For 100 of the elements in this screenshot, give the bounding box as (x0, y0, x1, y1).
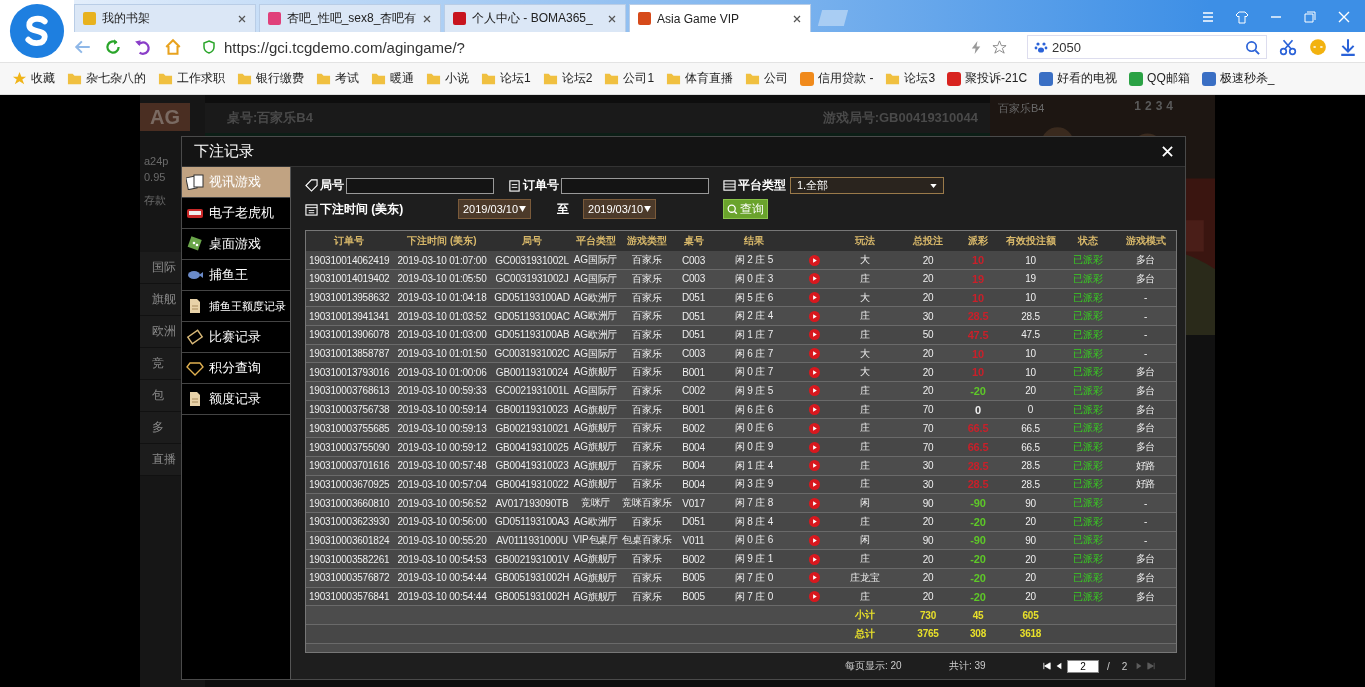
column-header: 桌号 (683, 235, 704, 247)
browser-tab[interactable]: 个人中心 - BOMA365_ (444, 4, 626, 32)
bookmark[interactable]: 工作求职 (158, 70, 225, 87)
download-icon[interactable] (1339, 38, 1357, 56)
shirt-icon[interactable] (1235, 10, 1249, 24)
last-page-icon[interactable] (1147, 662, 1156, 671)
bookmark[interactable]: 暖通 (371, 70, 414, 87)
bookmark[interactable]: 聚投诉-21C (947, 70, 1028, 87)
play-icon[interactable] (808, 460, 820, 472)
bookmark[interactable]: QQ邮箱 (1129, 70, 1190, 87)
undo-icon[interactable] (134, 38, 152, 56)
play-icon[interactable] (808, 534, 820, 546)
round-field[interactable] (346, 177, 494, 194)
reload-icon[interactable] (104, 38, 122, 56)
star-icon (12, 71, 27, 86)
scissors-icon[interactable] (1279, 38, 1297, 56)
table-cell: 已派彩 (1063, 251, 1113, 270)
close-icon[interactable] (607, 13, 617, 24)
bookmark[interactable]: 信用贷款 - (800, 70, 874, 87)
column-header: 结果 (744, 235, 764, 247)
play-icon[interactable] (808, 348, 820, 360)
browser-tab[interactable]: 我的书架 (74, 4, 256, 32)
bookmark[interactable]: 论坛2 (542, 70, 593, 87)
play-icon[interactable] (808, 273, 820, 285)
payout-value: 28.5 (967, 478, 989, 491)
next-page-icon[interactable] (1135, 662, 1144, 671)
bookmark[interactable]: 公司 (745, 70, 789, 87)
table-cell: 20 (898, 251, 958, 270)
sidebar-item[interactable]: 捕鱼王额度记录 (182, 291, 290, 322)
sidebar-item[interactable]: 比赛记录 (182, 322, 290, 353)
search-field[interactable]: 2050 (1027, 35, 1267, 59)
previous-page-icon[interactable] (1055, 662, 1063, 671)
order-field[interactable] (561, 177, 709, 194)
play-icon[interactable] (808, 385, 820, 397)
sidebar-item[interactable]: 电子老虎机 (182, 198, 290, 229)
sidebar-item[interactable]: 捕鱼王 (182, 260, 290, 291)
play-icon[interactable] (808, 366, 820, 378)
play-icon[interactable] (808, 478, 820, 490)
browser-tab[interactable]: 杏吧_性吧_sex8_杏吧有 (259, 4, 441, 32)
play-icon[interactable] (808, 292, 820, 303)
play-icon[interactable] (808, 441, 820, 453)
sidebar-item[interactable]: 额度记录 (182, 384, 290, 415)
sidebar-item[interactable]: 桌面游戏 (182, 229, 290, 260)
menu-icon[interactable] (1201, 10, 1215, 24)
browser-tab[interactable]: Asia Game VIP (629, 4, 811, 32)
close-icon[interactable] (422, 13, 432, 24)
bookmark[interactable]: 好看的电视 (1039, 70, 1118, 87)
bookmark[interactable]: 银行缴费 (237, 70, 304, 87)
payout-value: 47.5 (967, 328, 989, 341)
play-icon[interactable] (808, 422, 820, 434)
table-cell: C003 (675, 251, 712, 270)
bookmark[interactable]: 论坛1 (481, 70, 531, 87)
play-icon[interactable] (808, 329, 820, 341)
caret-icon (519, 206, 527, 213)
payout-value: 0 (975, 403, 981, 416)
folder-icon (371, 71, 386, 86)
close-icon[interactable] (237, 13, 247, 24)
table-cell: AG国际厅 (572, 251, 619, 270)
platform-dropdown[interactable]: 1.全部 (790, 177, 944, 195)
payout-value: -20 (970, 515, 986, 528)
payout-value: -20 (970, 571, 986, 584)
column-header: 状态 (1078, 235, 1098, 247)
first-page-icon[interactable] (1043, 662, 1051, 671)
page-separator: / (1107, 660, 1110, 672)
logo: AG (140, 103, 190, 131)
diamond-icon (186, 360, 204, 376)
star-icon[interactable] (992, 39, 1007, 55)
browser-logo-icon[interactable] (8, 2, 66, 60)
table-cell: 闲 2 庄 5 (712, 251, 796, 270)
table-cell: 10 (998, 251, 1063, 270)
play-icon[interactable] (808, 591, 820, 602)
play-icon[interactable] (808, 516, 820, 528)
folder-icon (316, 71, 331, 86)
play-icon[interactable] (808, 497, 820, 509)
bookmark[interactable]: 极速秒杀_ (1201, 70, 1275, 87)
date-from-field[interactable]: 2019/03/10 (458, 199, 532, 220)
folder-icon (426, 71, 441, 86)
payout-value: 10 (972, 254, 984, 267)
play-icon[interactable] (808, 404, 820, 416)
bookmark[interactable]: 小说 (426, 70, 469, 87)
bookmark[interactable]: 收藏 (12, 70, 55, 87)
bookmark[interactable]: 公司1 (604, 70, 655, 87)
sidebar-item[interactable]: 积分查询 (182, 353, 290, 384)
play-icon[interactable] (808, 572, 820, 584)
bookmark[interactable]: 体育直播 (666, 70, 734, 87)
date-to-field[interactable]: 2019/03/10 (583, 199, 657, 220)
restore-icon[interactable] (1303, 10, 1317, 24)
shield-icon (202, 40, 216, 54)
page-field[interactable]: 2 (1067, 659, 1099, 673)
bookmark[interactable]: 论坛3 (885, 70, 936, 87)
play-icon[interactable] (808, 254, 820, 266)
play-icon[interactable] (808, 310, 820, 322)
search-icon[interactable] (1245, 39, 1260, 55)
play-icon[interactable] (808, 553, 820, 565)
bookmark[interactable]: 考试 (316, 70, 359, 87)
address-field[interactable]: https://gci.tcgdemo.com/agingame/? (194, 34, 1015, 60)
bookmark[interactable]: 杂七杂八的 (67, 70, 146, 87)
column-header: 局号 (522, 235, 542, 247)
site-icon (268, 12, 281, 25)
close-icon[interactable] (792, 13, 802, 24)
